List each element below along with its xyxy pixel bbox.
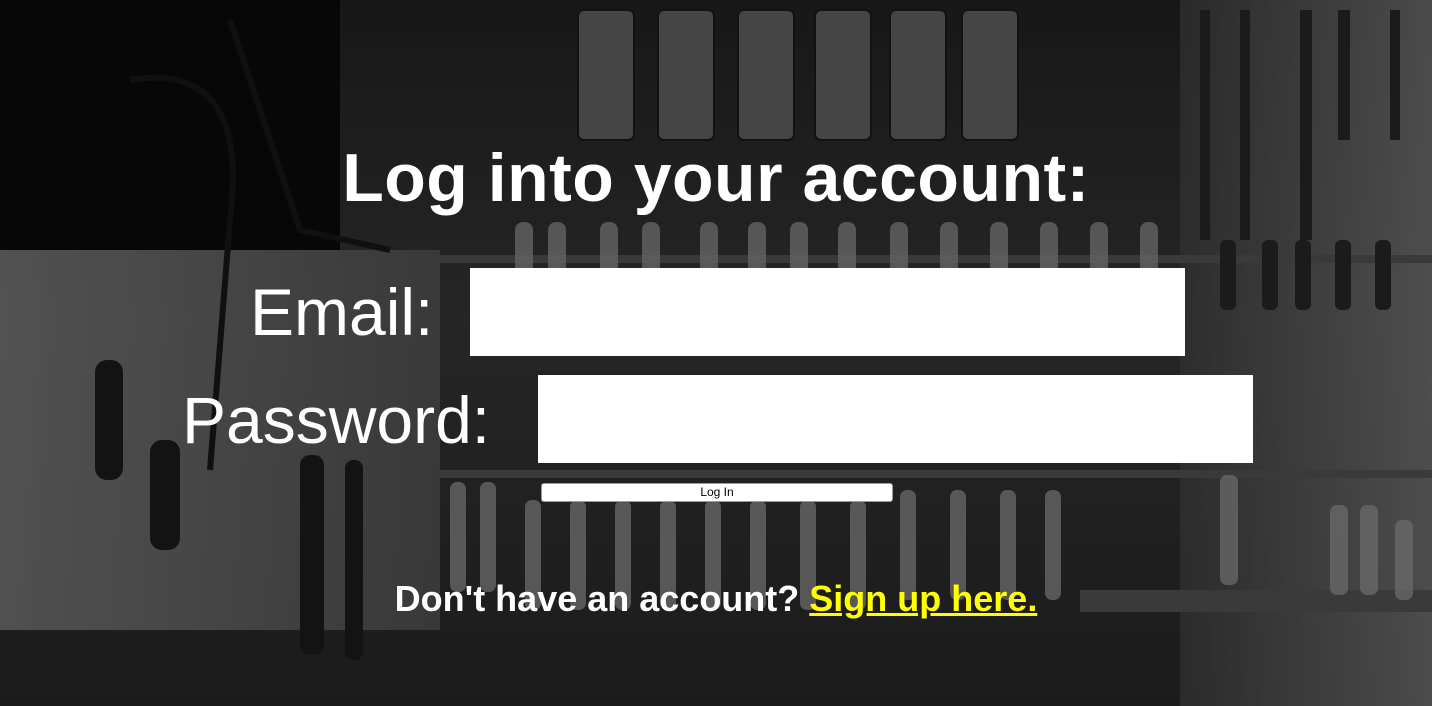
password-label: Password: (182, 383, 491, 457)
email-field[interactable] (470, 268, 1185, 356)
page-title: Log into your account: (342, 140, 1090, 216)
email-label: Email: (250, 275, 434, 349)
signup-prompt: Don't have an account? Sign up here. (0, 576, 1432, 622)
login-content: Log into your account: Email: Password: … (0, 0, 1432, 706)
login-button[interactable]: Log In (541, 483, 893, 502)
signup-prompt-text: Don't have an account? (394, 578, 800, 619)
signup-link[interactable]: Sign up here. (809, 578, 1037, 619)
password-field[interactable] (538, 375, 1253, 463)
login-page: Log into your account: Email: Password: … (0, 0, 1432, 706)
